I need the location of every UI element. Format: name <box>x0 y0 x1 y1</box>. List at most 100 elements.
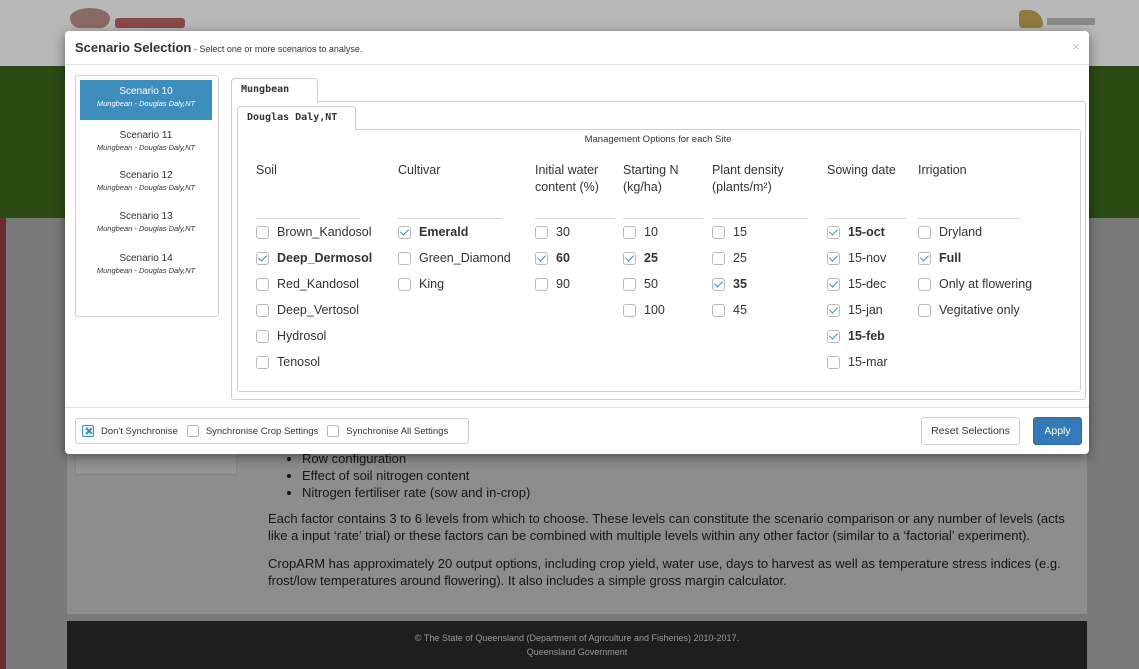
page-edge <box>0 218 6 669</box>
checkbox[interactable] <box>712 225 725 239</box>
scenario-item-11[interactable]: Scenario 11 Mungbean - Douglas Daly,NT <box>80 124 212 164</box>
nitrogen-option[interactable]: 100 <box>623 301 665 319</box>
checkbox[interactable] <box>623 225 636 239</box>
reset-selections-button[interactable]: Reset Selections <box>921 417 1020 445</box>
checkbox[interactable] <box>623 277 636 291</box>
density-option[interactable]: 15 <box>712 223 747 241</box>
checkbox[interactable] <box>918 277 931 291</box>
checkbox[interactable] <box>712 277 725 291</box>
checkbox[interactable] <box>327 425 340 437</box>
irrigation-option[interactable]: Only at flowering <box>918 275 1032 293</box>
sync-label: Synchronise Crop Settings <box>205 425 319 437</box>
sowing-option[interactable]: 15-dec <box>827 275 886 293</box>
density-option[interactable]: 45 <box>712 301 747 319</box>
close-icon[interactable] <box>82 425 94 437</box>
description-paragraph: Each factor contains 3 to 6 levels from … <box>268 511 1065 543</box>
checkbox[interactable] <box>712 251 725 265</box>
sowing-option[interactable]: 15-nov <box>827 249 886 267</box>
soil-option[interactable]: Deep_Dermosol <box>256 249 372 267</box>
checkbox[interactable] <box>827 303 840 317</box>
scenario-item-12[interactable]: Scenario 12 Mungbean - Douglas Daly,NT <box>80 164 212 204</box>
option-label: 10 <box>644 225 658 239</box>
sowing-option[interactable]: 15-mar <box>827 353 888 371</box>
synchronise-crop-option[interactable]: Synchronise Crop Settings <box>186 425 319 437</box>
checkbox[interactable] <box>623 251 636 265</box>
dont-synchronise-option[interactable]: Don't Synchronise <box>82 425 178 437</box>
soil-option[interactable]: Red_Kandosol <box>256 275 359 293</box>
water-option[interactable]: 60 <box>535 249 570 267</box>
checkbox[interactable] <box>256 277 269 291</box>
checkbox[interactable] <box>256 329 269 343</box>
option-label: Green_Diamond <box>419 251 511 265</box>
apply-button[interactable]: Apply <box>1033 417 1082 445</box>
sowing-option[interactable]: 15-jan <box>827 301 883 319</box>
sowing-option[interactable]: 15-oct <box>827 223 885 241</box>
option-label: Tenosol <box>277 355 321 369</box>
irrigation-option[interactable]: Full <box>918 249 961 267</box>
density-option[interactable]: 25 <box>712 249 747 267</box>
starting-n-column: Starting N (kg/ha) 10 25 50 100 <box>623 162 703 317</box>
density-option[interactable]: 35 <box>712 275 747 293</box>
option-label: 45 <box>733 303 747 317</box>
cultivar-option[interactable]: King <box>398 275 444 293</box>
checkbox[interactable] <box>623 303 636 317</box>
sowing-option[interactable]: 15-feb <box>827 327 885 345</box>
water-option[interactable]: 30 <box>535 223 570 241</box>
soil-option[interactable]: Deep_Vertosol <box>256 301 359 319</box>
option-label: 15-nov <box>848 251 887 265</box>
cultivar-option[interactable]: Emerald <box>398 223 468 241</box>
checkbox[interactable] <box>535 225 548 239</box>
close-icon[interactable]: × <box>1072 39 1080 54</box>
checkbox[interactable] <box>918 251 931 265</box>
option-label: King <box>419 277 445 291</box>
option-label: Hydrosol <box>277 329 327 343</box>
scenario-item-13[interactable]: Scenario 13 Mungbean - Douglas Daly,NT <box>80 205 212 245</box>
irrigation-option[interactable]: Dryland <box>918 223 982 241</box>
checkbox[interactable] <box>535 251 548 265</box>
checkbox[interactable] <box>256 251 269 265</box>
checkbox[interactable] <box>827 225 840 239</box>
scenario-item-10[interactable]: Scenario 10 Mungbean - Douglas Daly,NT <box>80 80 212 120</box>
nitrogen-option[interactable]: 10 <box>623 223 658 241</box>
synchronise-all-option[interactable]: Synchronise All Settings <box>327 425 448 437</box>
checkbox[interactable] <box>827 251 840 265</box>
government-link[interactable]: Queensland Government <box>67 645 1087 659</box>
checkbox[interactable] <box>398 251 411 265</box>
column-divider <box>398 218 502 219</box>
checkbox[interactable] <box>827 277 840 291</box>
soil-option[interactable]: Tenosol <box>256 353 320 371</box>
cultivar-option[interactable]: Green_Diamond <box>398 249 511 267</box>
checkbox[interactable] <box>712 303 725 317</box>
irrigation-option[interactable]: Vegitative only <box>918 301 1020 319</box>
water-option[interactable]: 90 <box>535 275 570 293</box>
checkbox[interactable] <box>918 225 931 239</box>
tab-douglas-daly[interactable]: Douglas Daly,NT <box>237 106 356 131</box>
scenario-location: Mungbean - Douglas Daly,NT <box>96 266 196 275</box>
cultivar-column: Cultivar Emerald Green_Diamond King <box>398 162 511 291</box>
sync-label: Synchronise All Settings <box>346 425 449 437</box>
checkbox[interactable] <box>827 329 840 343</box>
checkbox[interactable] <box>186 425 199 437</box>
soil-option[interactable]: Brown_Kandosol <box>256 223 372 241</box>
checkbox[interactable] <box>256 355 269 369</box>
scenario-location: Mungbean - Douglas Daly,NT <box>96 183 196 192</box>
checkbox[interactable] <box>398 225 411 239</box>
soil-option[interactable]: Hydrosol <box>256 327 326 345</box>
option-label: Emerald <box>419 225 469 239</box>
description-paragraph: CropARM has approximately 20 output opti… <box>268 556 1061 588</box>
tab-mungbean[interactable]: Mungbean <box>231 78 318 103</box>
column-divider <box>827 218 906 219</box>
checkbox[interactable] <box>398 277 411 291</box>
column-divider <box>623 218 703 219</box>
checkbox[interactable] <box>918 303 931 317</box>
sowing-date-header: Sowing date <box>827 163 896 177</box>
checkbox[interactable] <box>827 355 840 369</box>
plant-density-header: Plant density (plants/m²) <box>712 163 784 194</box>
nitrogen-option[interactable]: 25 <box>623 249 658 267</box>
option-label: 15 <box>733 225 747 239</box>
checkbox[interactable] <box>256 225 269 239</box>
nitrogen-option[interactable]: 50 <box>623 275 658 293</box>
checkbox[interactable] <box>256 303 269 317</box>
checkbox[interactable] <box>535 277 548 291</box>
scenario-item-14[interactable]: Scenario 14 Mungbean - Douglas Daly,NT <box>80 247 212 287</box>
